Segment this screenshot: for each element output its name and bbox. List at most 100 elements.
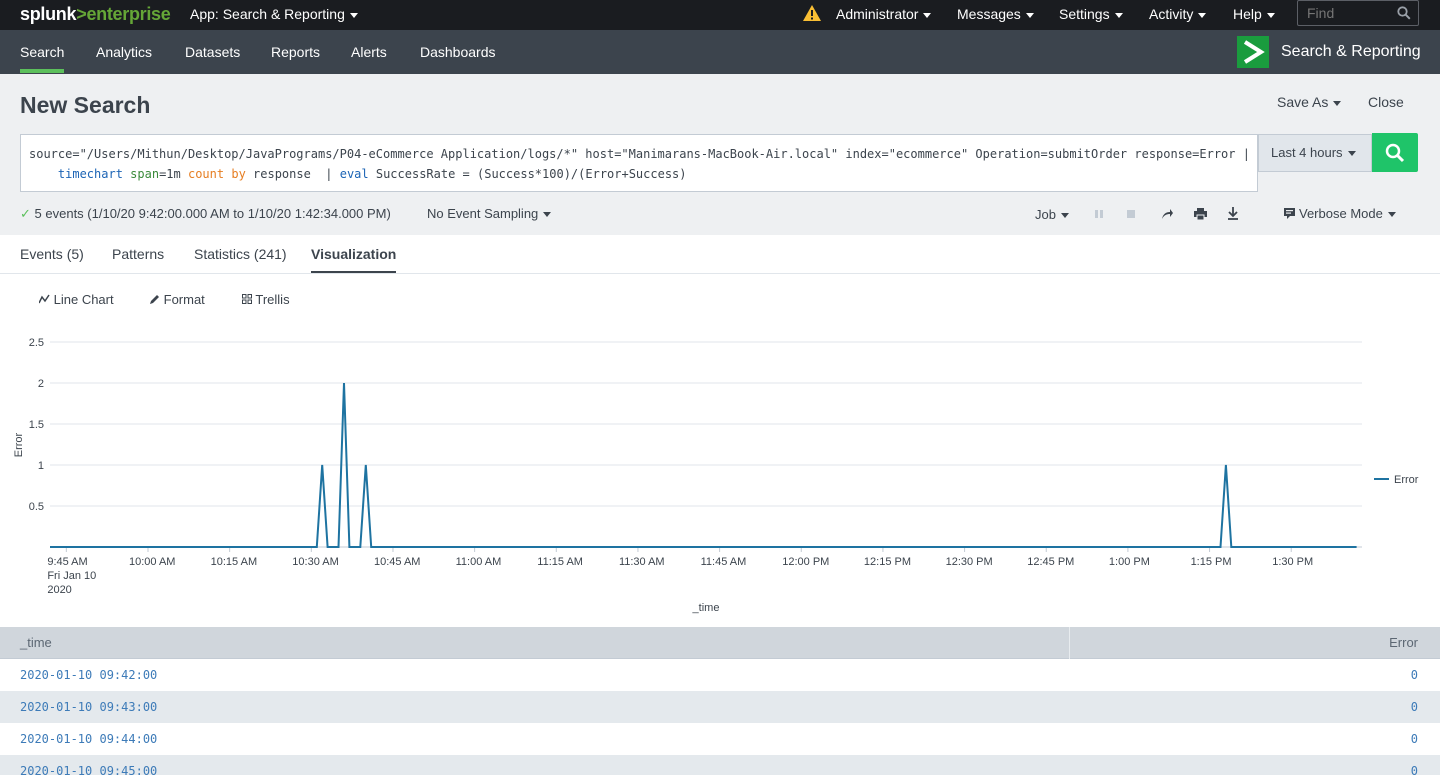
x-tick-sublabel: 2020 xyxy=(47,584,71,596)
x-tick-label: 12:30 PM xyxy=(946,556,993,568)
messages-menu[interactable]: Messages xyxy=(957,6,1034,22)
line-chart-icon xyxy=(38,294,50,304)
table-row: 2020-01-10 09:44:00 0 xyxy=(0,723,1440,755)
activity-label: Activity xyxy=(1149,6,1194,22)
y-tick-label: 1 xyxy=(38,460,44,472)
query-response: response | xyxy=(245,167,340,181)
settings-menu[interactable]: Settings xyxy=(1059,6,1123,22)
table-row: 2020-01-10 09:45:00 0 xyxy=(0,755,1440,775)
cell-time[interactable]: 2020-01-10 09:45:00 xyxy=(20,764,157,775)
search-mode-label: Verbose Mode xyxy=(1299,206,1383,221)
chevron-down-icon xyxy=(543,212,552,218)
nav-reports[interactable]: Reports xyxy=(271,44,320,60)
search-mode-icon xyxy=(1284,208,1295,219)
nav-search[interactable]: Search xyxy=(20,44,65,73)
line-chart-label: Line Chart xyxy=(53,292,114,307)
query-eval-expr: SuccessRate = (Success*100)/(Error+Succe… xyxy=(368,167,687,181)
search-mode-dropdown[interactable]: Verbose Mode xyxy=(1284,206,1396,221)
settings-label: Settings xyxy=(1059,6,1110,22)
cell-error[interactable]: 0 xyxy=(1411,700,1418,714)
event-count-label: 5 events (1/10/20 9:42:00.000 AM to 1/10… xyxy=(34,206,391,221)
nav-alerts[interactable]: Alerts xyxy=(351,44,387,60)
x-tick-label: 11:15 AM xyxy=(537,556,583,568)
warning-icon[interactable] xyxy=(802,4,822,22)
splunk-logo[interactable]: splunk>enterprise xyxy=(20,4,171,25)
job-menu[interactable]: Job xyxy=(1035,207,1069,222)
result-tabs: Events (5) Patterns Statistics (241) Vis… xyxy=(0,235,1440,274)
x-tick-label: 12:45 PM xyxy=(1027,556,1074,568)
query-eval: eval xyxy=(339,167,369,181)
chevron-down-icon xyxy=(1060,213,1069,219)
close-button[interactable]: Close xyxy=(1368,94,1404,110)
cell-time[interactable]: 2020-01-10 09:44:00 xyxy=(20,732,157,746)
check-icon: ✓ xyxy=(20,206,31,221)
cell-time[interactable]: 2020-01-10 09:43:00 xyxy=(20,700,157,714)
chevron-down-icon xyxy=(1347,151,1356,157)
stop-icon[interactable] xyxy=(1126,209,1136,219)
cell-time[interactable]: 2020-01-10 09:42:00 xyxy=(20,668,157,682)
tab-visualization[interactable]: Visualization xyxy=(311,246,397,273)
x-tick-label: 12:15 PM xyxy=(864,556,911,568)
trellis-button[interactable]: Trellis xyxy=(242,292,290,307)
chevron-down-icon xyxy=(1333,100,1342,106)
format-button[interactable]: Format xyxy=(150,292,205,307)
tab-statistics[interactable]: Statistics (241) xyxy=(194,246,287,262)
search-icon[interactable] xyxy=(1397,6,1411,20)
x-tick-sublabel: Fri Jan 10 xyxy=(47,570,96,582)
query-span-val: =1m xyxy=(159,167,188,181)
x-tick-label: 11:00 AM xyxy=(456,556,502,568)
activity-menu[interactable]: Activity xyxy=(1149,6,1207,22)
column-divider xyxy=(1069,627,1070,659)
x-tick-label: 10:30 AM xyxy=(292,556,338,568)
x-tick-label: 10:15 AM xyxy=(211,556,257,568)
x-tick-label: 11:30 AM xyxy=(619,556,665,568)
pause-icon[interactable] xyxy=(1094,209,1104,219)
search-query-input[interactable]: source="/Users/Mithun/Desktop/JavaProgra… xyxy=(20,134,1258,192)
y-tick-label: 1.5 xyxy=(29,419,44,431)
query-line-1: source="/Users/Mithun/Desktop/JavaProgra… xyxy=(29,147,1250,161)
chevron-down-icon xyxy=(1114,12,1123,18)
cell-error[interactable]: 0 xyxy=(1411,764,1418,775)
cell-error[interactable]: 0 xyxy=(1411,732,1418,746)
error-line-chart: 2.5 2 1.5 1 0.5 9:45 AM 10:00 AM 10:15 AM 10:30 … xyxy=(13,337,1419,614)
column-header-time[interactable]: _time xyxy=(20,635,52,650)
export-download-icon[interactable] xyxy=(1227,207,1239,220)
line-chart-button[interactable]: Line Chart xyxy=(38,292,114,307)
x-tick-label: 10:00 AM xyxy=(129,556,175,568)
trellis-label: Trellis xyxy=(255,292,290,307)
global-header: splunk>enterprise App: Search & Reportin… xyxy=(0,0,1440,30)
logo-arrow: > xyxy=(76,4,87,24)
app-title: Search & Reporting xyxy=(1281,43,1421,60)
nav-dashboards[interactable]: Dashboards xyxy=(420,44,496,60)
x-tick-label: 1:00 PM xyxy=(1109,556,1150,568)
print-icon[interactable] xyxy=(1194,208,1207,220)
nav-datasets[interactable]: Datasets xyxy=(185,44,240,60)
tab-patterns[interactable]: Patterns xyxy=(112,246,164,262)
trellis-grid-icon xyxy=(242,294,252,304)
column-header-error[interactable]: Error xyxy=(1389,635,1418,650)
x-axis-title: _time xyxy=(692,602,720,614)
save-as-button[interactable]: Save As xyxy=(1277,94,1342,110)
help-label: Help xyxy=(1233,6,1262,22)
time-range-picker[interactable]: Last 4 hours xyxy=(1258,134,1372,172)
cell-error[interactable]: 0 xyxy=(1411,668,1418,682)
event-sampling-dropdown[interactable]: No Event Sampling xyxy=(427,206,552,221)
logo-enterprise-text: enterprise xyxy=(86,4,171,24)
pencil-icon xyxy=(150,295,159,304)
search-button[interactable] xyxy=(1372,133,1418,172)
job-label: Job xyxy=(1035,207,1056,222)
share-icon[interactable] xyxy=(1161,208,1174,220)
table-row: 2020-01-10 09:43:00 0 xyxy=(0,691,1440,723)
x-tick-label: 11:45 AM xyxy=(701,556,747,568)
chevron-down-icon xyxy=(1025,12,1034,18)
search-status: ✓ 5 events (1/10/20 9:42:00.000 AM to 1/… xyxy=(20,206,391,222)
query-by: by xyxy=(231,167,246,181)
app-menu[interactable]: App: Search & Reporting xyxy=(190,6,358,22)
administrator-menu[interactable]: Administrator xyxy=(836,6,932,22)
x-tick-label: 12:00 PM xyxy=(782,556,829,568)
help-menu[interactable]: Help xyxy=(1233,6,1275,22)
logo-splunk-text: splunk xyxy=(20,4,77,24)
x-tick-label: 9:45 AM xyxy=(47,556,87,568)
tab-events[interactable]: Events (5) xyxy=(20,246,84,262)
nav-analytics[interactable]: Analytics xyxy=(96,44,152,60)
